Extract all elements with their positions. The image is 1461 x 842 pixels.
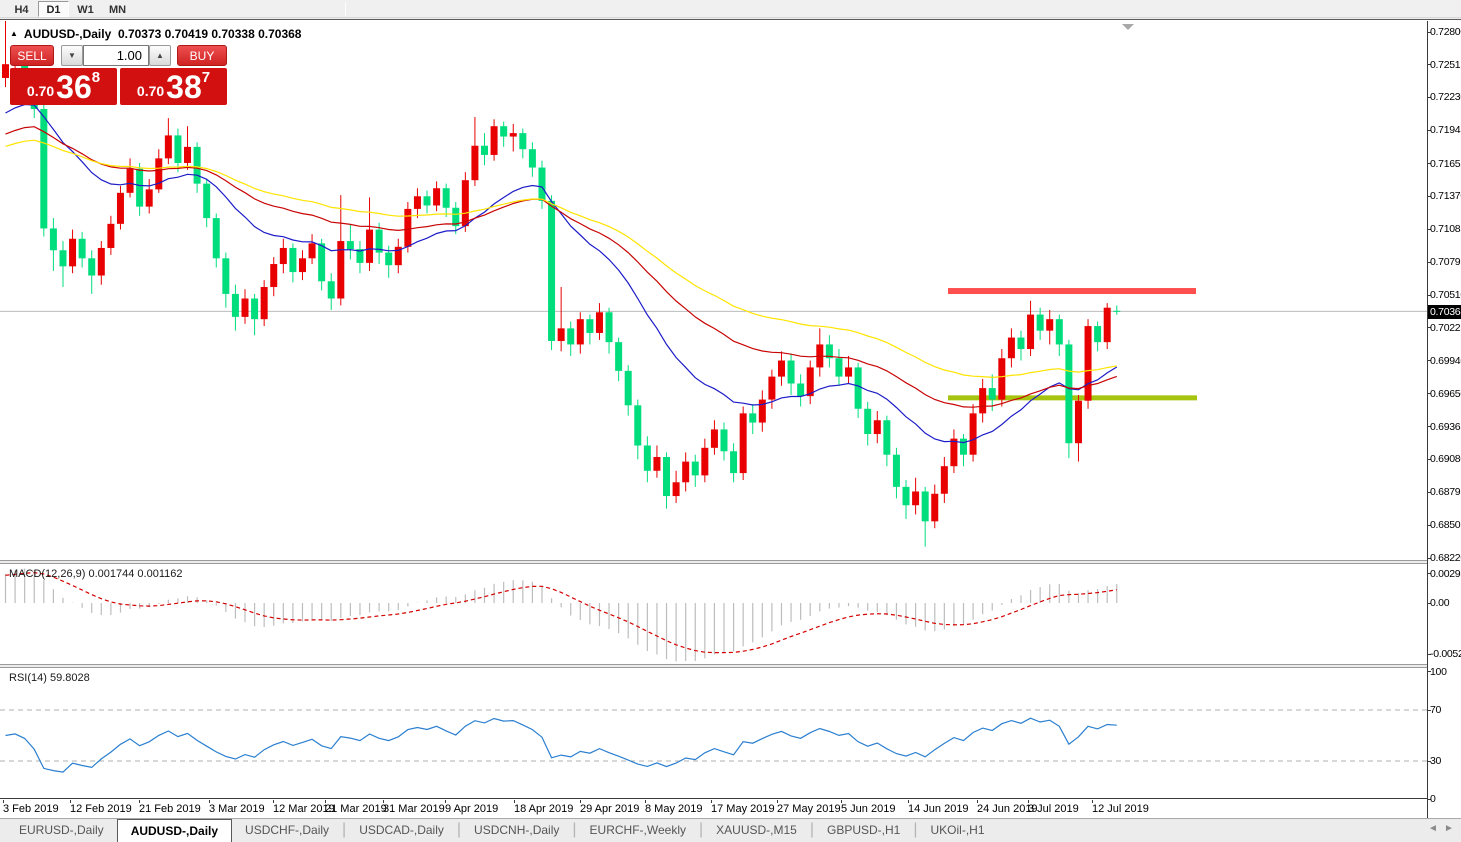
timeframe-toolbar: H4 D1 W1 MN (0, 0, 1461, 18)
chart-tab-eurusd-daily[interactable]: EURUSD-,Daily (6, 819, 117, 842)
chart-tab-gbpusd-h1[interactable]: GBPUSD-,H1 (814, 819, 913, 842)
macd-tick-0.002984: 0.002984 (1430, 568, 1461, 580)
chart-tab-eurchf-weekly[interactable]: EURCHF-,Weekly (577, 819, 699, 842)
volume-increase-button[interactable]: ▲ (149, 45, 171, 66)
chart-ohlc-values: 0.70373 0.70419 0.70338 0.70368 (118, 27, 302, 41)
date-label: 14 Jun 2019 (908, 803, 969, 815)
chart-tab-audusd-daily[interactable]: AUDUSD-,Daily (117, 819, 232, 842)
macd-tick-0.00: 0.00 (1430, 597, 1449, 609)
chart-tab-usdcad-daily[interactable]: USDCAD-,Daily (346, 819, 457, 842)
date-label: 8 May 2019 (645, 803, 702, 815)
date-label: 12 Jul 2019 (1092, 803, 1149, 815)
tab-scroll-arrows: ◄► (1425, 823, 1457, 834)
price-tick-0.70510: 0.70510 (1430, 289, 1461, 301)
sell-price-big-digits: 36 (56, 71, 92, 103)
date-label: 3 Mar 2019 (209, 803, 265, 815)
tab-scroll-right-icon[interactable]: ► (1441, 823, 1457, 834)
price-scale[interactable]: 0.72800 0.72515 0.72230 0.71945 0.71655 0.713… (1427, 21, 1461, 818)
date-label: 21 Feb 2019 (139, 803, 201, 815)
toolbar-separator (345, 2, 346, 16)
price-tick-0.71945: 0.71945 (1430, 124, 1461, 136)
price-tick-0.69365: 0.69365 (1430, 421, 1461, 433)
price-tick-0.68795: 0.68795 (1430, 486, 1461, 498)
rsi-tick-100: 100 (1430, 666, 1447, 678)
price-tick-0.68505: 0.68505 (1430, 519, 1461, 531)
current-price-badge: 0.70368 (1428, 305, 1461, 319)
timeframe-w1-button[interactable]: W1 (70, 1, 101, 17)
price-tick-0.72515: 0.72515 (1430, 59, 1461, 71)
sell-price-pip-digit: 8 (92, 69, 100, 86)
price-tick-0.71655: 0.71655 (1430, 158, 1461, 170)
price-tick-0.72230: 0.72230 (1430, 91, 1461, 103)
symbol-tab-bar: EURUSD-,DailyAUDUSD-,DailyUSDCHF-,Daily|… (0, 818, 1461, 842)
rsi-label: RSI(14) 59.8028 (9, 672, 90, 684)
chart-tab-ukoil-h1[interactable]: UKOil-,H1 (918, 819, 998, 842)
date-axis[interactable]: 3 Feb 2019 12 Feb 2019 21 Feb 2019 3 Mar 20… (0, 800, 1427, 819)
axis-border-line (0, 798, 1461, 799)
price-tick-0.71085: 0.71085 (1430, 223, 1461, 235)
date-label: 18 Apr 2019 (514, 803, 573, 815)
date-label: 31 Mar 2019 (383, 803, 445, 815)
buy-price-pip-digit: 7 (202, 69, 210, 86)
date-label: 27 May 2019 (777, 803, 841, 815)
chart-shift-marker-icon[interactable] (1122, 24, 1134, 30)
one-click-trade-panel: SELL ▼ ▲ BUY 0.70 36 8 0.70 38 7 (10, 45, 227, 105)
price-tick-0.70225: 0.70225 (1430, 322, 1461, 334)
price-tick-0.68220: 0.68220 (1430, 552, 1461, 564)
collapse-panel-icon[interactable]: ▲ (10, 29, 18, 38)
chart-tab-xauusd-m15[interactable]: XAUUSD-,M15 (703, 819, 810, 842)
price-tick-0.69650: 0.69650 (1430, 388, 1461, 400)
chart-title: ▲ AUDUSD-,Daily 0.70373 0.70419 0.70338 0… (10, 27, 301, 41)
price-tick-0.71370: 0.71370 (1430, 190, 1461, 202)
chart-plot-area: ▲ AUDUSD-,Daily 0.70373 0.70419 0.70338 0… (0, 21, 1427, 818)
chart-tab-usdcnh-daily[interactable]: USDCNH-,Daily (461, 819, 572, 842)
chart-window: ▲ AUDUSD-,Daily 0.70373 0.70419 0.70338 0… (0, 19, 1461, 818)
buy-price-display[interactable]: 0.70 38 7 (120, 68, 227, 105)
volume-input[interactable] (83, 45, 149, 66)
date-label: 12 Feb 2019 (70, 803, 132, 815)
price-tick-0.72800: 0.72800 (1430, 26, 1461, 38)
buy-button[interactable]: BUY (177, 45, 227, 66)
date-label: 29 Apr 2019 (580, 803, 639, 815)
sell-price-base: 0.70 (27, 83, 54, 99)
timeframe-d1-button[interactable]: D1 (38, 1, 69, 17)
sell-price-display[interactable]: 0.70 36 8 (10, 68, 117, 105)
trading-app: H4 D1 W1 MN ▲ AUDUSD-,Daily 0.70373 0.704… (0, 0, 1461, 842)
date-label: 9 Apr 2019 (445, 803, 498, 815)
sell-button[interactable]: SELL (10, 45, 54, 66)
price-tick-0.70795: 0.70795 (1430, 256, 1461, 268)
volume-decrease-button[interactable]: ▼ (61, 45, 83, 66)
price-tick-0.69940: 0.69940 (1430, 355, 1461, 367)
price-tick-0.69080: 0.69080 (1430, 453, 1461, 465)
timeframe-mn-button[interactable]: MN (102, 1, 133, 17)
buy-price-base: 0.70 (137, 83, 164, 99)
chart-symbol-label: AUDUSD-,Daily (24, 27, 111, 41)
date-label: 3 Feb 2019 (3, 803, 59, 815)
tab-scroll-left-icon[interactable]: ◄ (1425, 823, 1441, 834)
rsi-tick-30: 30 (1430, 755, 1441, 767)
date-label: 17 May 2019 (711, 803, 775, 815)
buy-price-big-digits: 38 (166, 71, 202, 103)
timeframe-h4-button[interactable]: H4 (6, 1, 37, 17)
rsi-tick-0: 0 (1430, 793, 1436, 805)
macd-tick--0.005256: -0.005256 (1430, 648, 1461, 660)
macd-indicator-chart[interactable] (0, 564, 1427, 664)
chart-tab-usdchf-daily[interactable]: USDCHF-,Daily (232, 819, 342, 842)
date-label: 3 Jul 2019 (1028, 803, 1079, 815)
macd-label: MACD(12,26,9) 0.001744 0.001162 (9, 568, 182, 580)
rsi-tick-70: 70 (1430, 704, 1441, 716)
date-label: 21 Mar 2019 (325, 803, 387, 815)
rsi-indicator-chart[interactable] (0, 668, 1427, 798)
date-label: 5 Jun 2019 (841, 803, 895, 815)
